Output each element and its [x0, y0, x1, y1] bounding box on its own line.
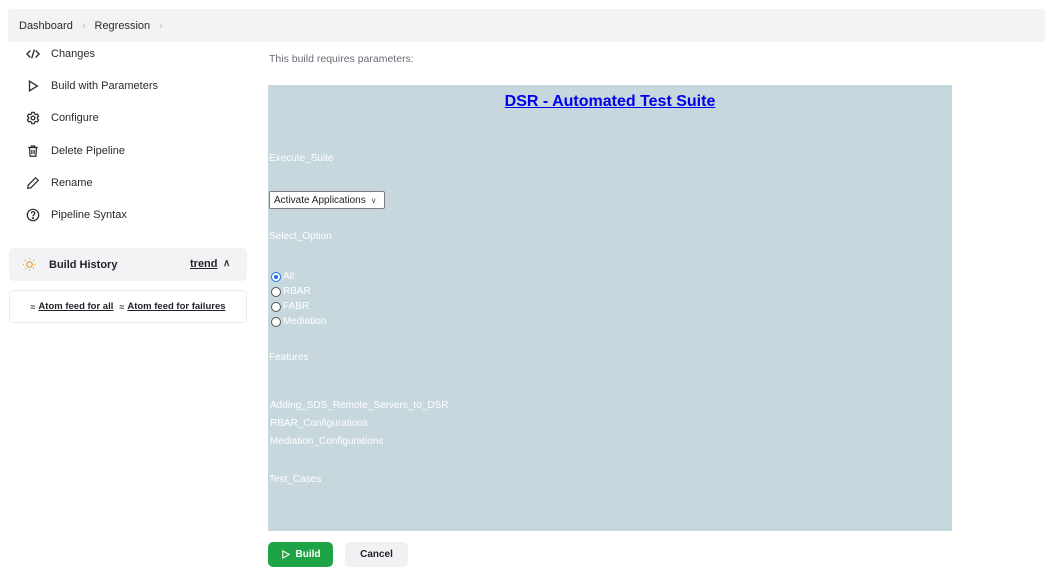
play-icon: [281, 550, 290, 559]
sidebar-item-label: Build with Parameters: [51, 80, 158, 92]
chevron-right-icon: ›: [81, 19, 86, 32]
sun-icon: [22, 257, 37, 272]
execute-suite-select[interactable]: Activate Applications ∨: [269, 191, 385, 209]
sidebar-item-label: Changes: [51, 48, 96, 60]
chevron-right-icon: ›: [159, 19, 163, 32]
features-label: Features: [269, 352, 309, 363]
radio-button[interactable]: [271, 286, 281, 297]
sidebar-item-delete-pipeline[interactable]: Delete Pipeline: [24, 141, 125, 161]
radio-label: Mediation: [283, 316, 327, 327]
build-history-panel: Build History trend ∧: [9, 248, 247, 281]
breadcrumb: Dashboard › Regression ›: [8, 9, 1045, 42]
atom-feed-failures-link[interactable]: Atom feed for failures: [127, 301, 225, 312]
code-icon: [24, 45, 42, 63]
gear-icon: [24, 109, 42, 127]
chevron-down-icon: ∨: [370, 195, 377, 205]
feature-item[interactable]: Mediation_Configurations: [270, 436, 383, 447]
sidebar-item-changes[interactable]: Changes: [24, 44, 95, 64]
select-option-label: Select_Option: [269, 231, 332, 242]
sidebar-item-build-with-parameters[interactable]: Build with Parameters: [24, 76, 158, 96]
radio-button[interactable]: [271, 316, 281, 327]
atom-feed-all-link[interactable]: Atom feed for all: [38, 301, 113, 312]
breadcrumb-regression[interactable]: Regression: [95, 20, 151, 32]
sidebar-item-label: Configure: [51, 112, 99, 124]
build-history-label: Build History: [49, 258, 118, 271]
sidebar-item-pipeline-syntax[interactable]: Pipeline Syntax: [24, 205, 127, 225]
execute-suite-value: Activate Applications: [274, 194, 366, 206]
sidebar-item-label: Delete Pipeline: [51, 145, 125, 157]
help-icon: [24, 206, 42, 224]
atom-feeds: ≈ Atom feed for all ≈ Atom feed for fail…: [9, 290, 247, 323]
parameters-panel: DSR - Automated Test Suite Execute_Suite…: [268, 85, 952, 531]
test-cases-label: Test_Cases: [269, 474, 322, 485]
radio-option-all[interactable]: All: [271, 270, 294, 283]
sidebar-item-label: Rename: [51, 177, 93, 189]
execute-suite-label: Execute_Suite: [269, 153, 334, 164]
play-icon: [24, 77, 42, 95]
feature-item[interactable]: RBAR_Configurations: [270, 418, 368, 429]
build-button-label: Build: [295, 549, 321, 560]
radio-button[interactable]: [271, 271, 281, 282]
cancel-button[interactable]: Cancel: [345, 542, 408, 567]
chevron-up-icon[interactable]: ∧: [223, 258, 230, 269]
trash-icon: [24, 142, 42, 160]
breadcrumb-dashboard[interactable]: Dashboard: [19, 20, 73, 32]
radio-label: All: [283, 271, 295, 282]
build-button[interactable]: Build: [268, 542, 333, 567]
radio-option-fabr[interactable]: FABR: [271, 300, 309, 313]
radio-option-mediation[interactable]: Mediation: [271, 315, 326, 328]
sidebar-item-label: Pipeline Syntax: [51, 209, 127, 221]
sidebar-item-configure[interactable]: Configure: [24, 108, 99, 128]
rss-icon: ≈: [30, 301, 36, 312]
cancel-button-label: Cancel: [360, 549, 393, 560]
trend-link[interactable]: trend: [190, 258, 218, 270]
radio-label: RBAR: [283, 286, 311, 297]
feature-item[interactable]: Adding_SDS_Remote_Servers_to_DSR: [270, 400, 448, 411]
suite-title-link[interactable]: DSR - Automated Test Suite: [268, 93, 952, 111]
radio-option-rbar[interactable]: RBAR: [271, 285, 311, 298]
radio-label: FABR: [283, 301, 310, 312]
radio-button[interactable]: [271, 301, 281, 312]
parameters-intro-text: This build requires parameters:: [269, 53, 414, 65]
rss-icon: ≈: [119, 301, 125, 312]
pencil-icon: [24, 174, 42, 192]
sidebar-item-rename[interactable]: Rename: [24, 173, 93, 193]
